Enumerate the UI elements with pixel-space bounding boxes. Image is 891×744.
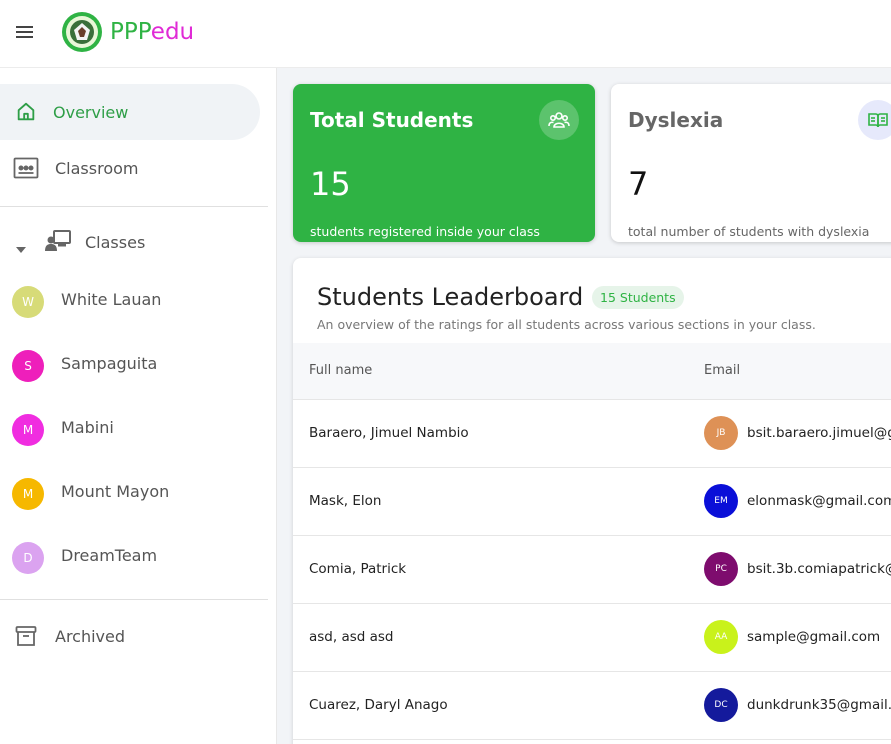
- sidebar-item-class[interactable]: M Mount Mayon: [0, 468, 268, 520]
- card-title: Total Students: [310, 108, 474, 132]
- student-name: Comia, Patrick: [309, 561, 407, 577]
- sidebar-divider: [0, 206, 268, 207]
- book-icon[interactable]: [858, 100, 891, 140]
- sidebar-item-label: Classroom: [55, 158, 139, 178]
- student-email: bsit.baraero.jimuel@g: [747, 425, 891, 441]
- sidebar-item-class[interactable]: D DreamTeam: [0, 532, 268, 584]
- sidebar-item-label: Archived: [55, 626, 126, 646]
- class-avatar: M: [12, 478, 44, 510]
- sidebar-divider: [0, 599, 268, 600]
- sidebar-item-class[interactable]: W White Lauan: [0, 276, 268, 328]
- class-avatar: D: [12, 542, 44, 574]
- student-email: dunkdrunk35@gmail.c: [747, 697, 891, 713]
- sidebar-item-archived[interactable]: Archived: [0, 608, 268, 664]
- menu-icon[interactable]: [13, 22, 37, 42]
- teacher-board-icon: [45, 230, 71, 256]
- table-row[interactable]: Comia, Patrick PC bsit.3b.comiapatrick@: [293, 536, 891, 604]
- class-avatar: M: [12, 414, 44, 446]
- brand-name-edu: edu: [150, 19, 195, 45]
- class-name: Mabini: [61, 418, 114, 437]
- student-name: Cuarez, Daryl Anago: [309, 697, 448, 713]
- table-header: Full name Email: [293, 343, 891, 400]
- student-email: sample@gmail.com: [747, 629, 881, 645]
- class-name: DreamTeam: [61, 546, 158, 565]
- sidebar-item-class[interactable]: S Sampaguita: [0, 340, 268, 392]
- caret-down-icon: [16, 238, 26, 257]
- card-value: 15: [310, 165, 351, 203]
- student-avatar: EM: [704, 484, 738, 518]
- classroom-icon: [13, 155, 39, 181]
- student-avatar: AA: [704, 620, 738, 654]
- student-count-badge: 15 Students: [592, 286, 684, 309]
- students-leaderboard: Students Leaderboard 15 Students An over…: [293, 258, 891, 744]
- top-app-bar: PPPedu: [0, 0, 891, 68]
- student-avatar: DC: [704, 688, 738, 722]
- main-content: Total Students 15 students registered in…: [277, 68, 891, 744]
- table-row[interactable]: Cuarez, Daryl Anago DC dunkdrunk35@gmail…: [293, 672, 891, 740]
- home-icon: [13, 99, 39, 125]
- group-icon[interactable]: [539, 100, 579, 140]
- card-subtitle: total number of students with dyslexia: [628, 224, 870, 239]
- table-row[interactable]: Mask, Elon EM elonmask@gmail.com: [293, 468, 891, 536]
- brand-name-ppp: PPP: [110, 19, 151, 45]
- dyslexia-card[interactable]: Dyslexia 7 total number of students with…: [611, 84, 891, 242]
- student-name: Mask, Elon: [309, 493, 382, 509]
- leaderboard-description: An overview of the ratings for all stude…: [317, 317, 816, 332]
- sidebar-item-label: Classes: [85, 232, 146, 252]
- table-row[interactable]: asd, asd asd AA sample@gmail.com: [293, 604, 891, 672]
- class-avatar: S: [12, 350, 44, 382]
- student-email: bsit.3b.comiapatrick@: [747, 561, 891, 577]
- sidebar-item-label: Overview: [53, 102, 129, 122]
- sidebar: Overview Classroom Classes W White Lauan…: [0, 68, 277, 744]
- app-logo[interactable]: [61, 11, 103, 53]
- column-header-email[interactable]: Email: [704, 363, 740, 378]
- leaderboard-title: Students Leaderboard: [317, 283, 584, 311]
- card-value: 7: [628, 165, 649, 203]
- sidebar-item-classroom[interactable]: Classroom: [0, 140, 268, 196]
- class-name: Mount Mayon: [61, 482, 170, 501]
- student-name: Baraero, Jimuel Nambio: [309, 425, 469, 441]
- sidebar-item-class[interactable]: M Mabini: [0, 404, 268, 456]
- student-avatar: JB: [704, 416, 738, 450]
- class-avatar: W: [12, 286, 44, 318]
- class-name: Sampaguita: [61, 354, 158, 373]
- student-email: elonmask@gmail.com: [747, 493, 891, 509]
- student-avatar: PC: [704, 552, 738, 586]
- card-title: Dyslexia: [628, 108, 724, 132]
- sidebar-classes-header[interactable]: Classes: [0, 214, 268, 270]
- brand-name[interactable]: PPPedu: [110, 17, 194, 47]
- card-subtitle: students registered inside your class: [310, 224, 540, 239]
- class-name: White Lauan: [61, 290, 162, 309]
- sidebar-item-overview[interactable]: Overview: [0, 84, 260, 140]
- archive-icon: [13, 623, 39, 649]
- column-header-name[interactable]: Full name: [309, 363, 372, 378]
- total-students-card[interactable]: Total Students 15 students registered in…: [293, 84, 595, 242]
- student-name: asd, asd asd: [309, 629, 394, 645]
- table-row[interactable]: Baraero, Jimuel Nambio JB bsit.baraero.j…: [293, 400, 891, 468]
